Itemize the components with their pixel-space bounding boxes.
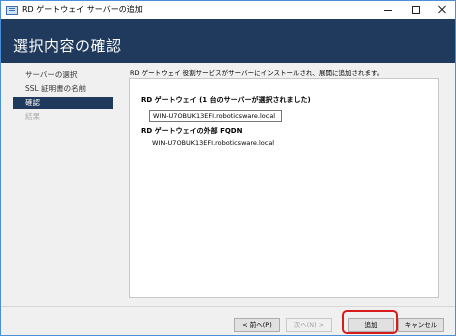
description-text: RD ゲートウェイ 役割サービスがサーバーにインストールされ、展開に追加されます… [130,69,384,77]
gateway-section-title: RD ゲートウェイ (1 台のサーバーが選択されました) [141,96,311,104]
wizard-nav: サーバーの選択 SSL 証明書の名前 確認 結果 [1,63,121,306]
wizard-window: RD ゲートウェイ サーバーの追加 選択内容の確認 サーバーの選択 SSL 証明… [0,0,456,336]
title-bar: RD ゲートウェイ サーバーの追加 [1,1,455,19]
previous-button[interactable]: < 前へ(P) [234,318,280,332]
gateway-server-item[interactable]: WIN-U7OBUK13EFI.roboticsware.local [149,110,282,122]
close-icon[interactable] [429,1,455,19]
fqdn-section-title: RD ゲートウェイの外部 FQDN [141,127,243,135]
fqdn-value: WIN-U7OBUK13EFI.roboticsware.local [152,139,275,147]
wizard-footer: < 前へ(P) 次へ(N) > 追加 キャンセル [1,306,455,335]
page-title: 選択内容の確認 [13,37,122,55]
window-title: RD ゲートウェイ サーバーの追加 [22,5,143,14]
nav-item-confirmation[interactable]: 確認 [13,97,113,109]
maximize-icon[interactable] [402,1,429,19]
nav-item-server-selection[interactable]: サーバーの選択 [13,69,113,81]
add-button-highlight [342,310,398,334]
minimize-icon[interactable] [375,1,402,19]
wizard-header: 選択内容の確認 [1,19,455,63]
nav-item-results: 結果 [25,112,40,121]
confirmation-content: RD ゲートウェイ 役割サービスがサーバーにインストールされ、展開に追加されます… [121,63,447,306]
nav-item-ssl-cert-name[interactable]: SSL 証明書の名前 [13,83,113,95]
details-panel: RD ゲートウェイ (1 台のサーバーが選択されました) WIN-U7OBUK1… [129,78,439,298]
server-manager-icon [6,6,18,15]
wizard-body: サーバーの選択 SSL 証明書の名前 確認 結果 RD ゲートウェイ 役割サービ… [1,63,455,306]
next-button: 次へ(N) > [286,318,332,332]
cancel-button[interactable]: キャンセル [398,318,444,332]
